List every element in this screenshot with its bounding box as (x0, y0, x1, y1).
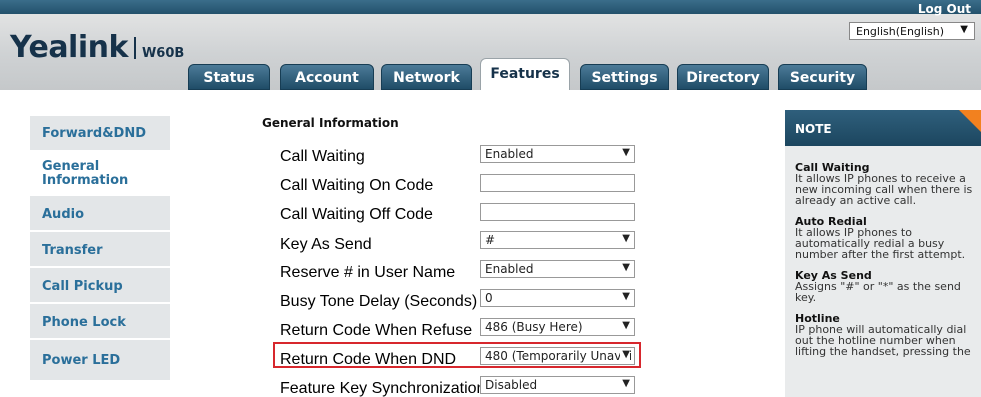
chevron-down-icon: ▼ (620, 291, 630, 302)
field-label: Key As Send (280, 236, 372, 253)
chevron-down-icon: ▼ (620, 233, 630, 244)
tab-features[interactable]: Features (480, 58, 570, 90)
language-select[interactable]: English(English) ▼ (849, 22, 975, 40)
field-label: Return Code When Refuse (280, 322, 473, 339)
field-label: Call Waiting Off Code (280, 206, 433, 223)
select-value: # (485, 233, 496, 247)
field-label: Reserve # in User Name (280, 264, 456, 281)
select-value: 0 (485, 291, 493, 305)
busy-tone-delay-select[interactable]: 0 ▼ (480, 289, 635, 307)
chevron-down-icon: ▼ (620, 378, 630, 389)
sidebar-item-phone-lock[interactable]: Phone Lock (30, 304, 170, 338)
chevron-down-icon: ▼ (620, 320, 630, 331)
note-entry-text: It allows IP phones to receive a new inc… (795, 172, 973, 207)
logo-brand: Yealink (10, 30, 128, 65)
field-label: Busy Tone Delay (Seconds) (280, 293, 478, 310)
top-strip (0, 0, 981, 14)
note-entry-text: IP phone will automatically dial out the… (795, 323, 971, 358)
feature-key-sync-select[interactable]: Disabled ▼ (480, 376, 635, 394)
field-label: Call Waiting (280, 148, 365, 165)
sidebar-item-power-led[interactable]: Power LED (30, 340, 170, 380)
logout-link[interactable]: Log Out (918, 2, 971, 16)
sidebar-item-forward-dnd[interactable]: Forward&DND (30, 116, 170, 150)
select-value: Enabled (485, 147, 534, 161)
tab-status[interactable]: Status (188, 64, 270, 90)
sidebar-item-transfer[interactable]: Transfer (30, 232, 170, 266)
call-waiting-select[interactable]: Enabled ▼ (480, 145, 635, 163)
language-value: English(English) (856, 25, 945, 38)
tab-security[interactable]: Security (778, 64, 867, 90)
return-code-refuse-select[interactable]: 486 (Busy Here) ▼ (480, 318, 635, 336)
note-panel: NOTE Call Waiting It allows IP phones to… (785, 110, 981, 397)
field-label: Return Code When DND (280, 351, 457, 368)
sidebar-item-call-pickup[interactable]: Call Pickup (30, 268, 170, 302)
field-label: Call Waiting On Code (280, 177, 434, 194)
logo-model: W60B (141, 46, 185, 61)
reserve-hash-select[interactable]: Enabled ▼ (480, 260, 635, 278)
logo-divider (133, 36, 136, 59)
tab-network[interactable]: Network (381, 64, 472, 90)
chevron-down-icon: ▼ (960, 24, 968, 35)
tab-settings[interactable]: Settings (580, 64, 669, 90)
sidebar-item-audio[interactable]: Audio (30, 196, 170, 230)
corner-accent-icon (959, 110, 981, 132)
select-value: 480 (Temporarily Unavai (485, 349, 633, 363)
select-value: Disabled (485, 378, 538, 392)
note-body: Call Waiting It allows IP phones to rece… (795, 162, 975, 367)
sidebar-item-general-information[interactable]: General Information (30, 152, 170, 194)
select-value: Enabled (485, 262, 534, 276)
key-as-send-select[interactable]: # ▼ (480, 231, 635, 249)
logo: Yealink W60B (10, 30, 184, 65)
tab-account[interactable]: Account (280, 64, 374, 90)
call-waiting-on-code-input[interactable] (480, 174, 635, 192)
field-label: Feature Key Synchronization (280, 380, 486, 397)
chevron-down-icon: ▼ (620, 147, 630, 158)
return-code-dnd-select[interactable]: 480 (Temporarily Unavai ▼ (480, 347, 635, 365)
note-entry-text: Assigns "#" or "*" as the send key. (795, 280, 961, 304)
section-title: General Information (262, 116, 399, 130)
chevron-down-icon: ▼ (620, 262, 630, 273)
call-waiting-off-code-input[interactable] (480, 203, 635, 221)
note-header: NOTE (785, 110, 981, 146)
note-title: NOTE (795, 122, 832, 136)
note-entry-text: It allows IP phones to automatically red… (795, 226, 966, 261)
chevron-down-icon: ▼ (620, 349, 630, 360)
select-value: 486 (Busy Here) (485, 320, 583, 334)
tab-directory[interactable]: Directory (677, 64, 769, 90)
